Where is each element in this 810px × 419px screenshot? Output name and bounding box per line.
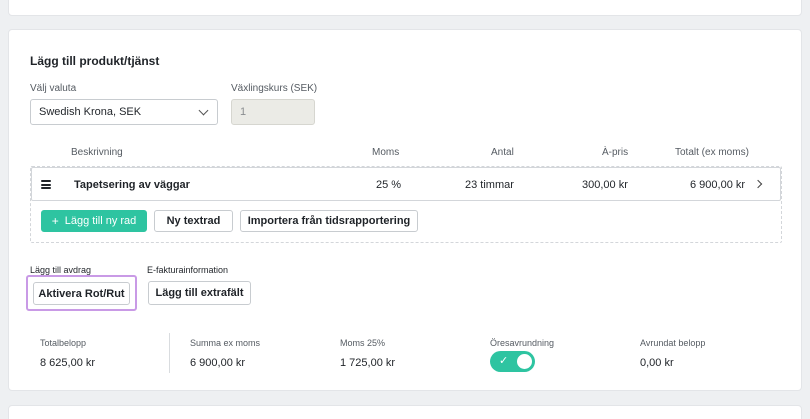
toggle-knob xyxy=(517,354,532,369)
add-row-label: Lägg till ny rad xyxy=(64,215,137,227)
ex-vat-label: Summa ex moms xyxy=(190,338,261,348)
row-vat: 25 % xyxy=(376,179,402,191)
exchange-rate-label: Växlingskurs (SEK) xyxy=(231,83,318,94)
product-service-card: Lägg till produkt/tjänst Välj valuta Swe… xyxy=(8,29,802,391)
currency-value: Swedish Krona, SEK xyxy=(39,106,142,118)
rounding-label: Öresavrundning xyxy=(490,338,555,348)
hamburger-icon[interactable] xyxy=(41,180,51,189)
row-unit-price: 300,00 kr xyxy=(582,179,628,191)
ex-vat-value: 6 900,00 kr xyxy=(190,357,246,369)
column-header-vat: Moms xyxy=(372,147,400,158)
row-description: Tapetsering av väggar xyxy=(74,179,190,191)
section-title: Lägg till produkt/tjänst xyxy=(30,54,160,68)
currency-select[interactable]: Swedish Krona, SEK xyxy=(30,99,218,125)
currency-label: Välj valuta xyxy=(30,83,77,94)
check-icon: ✓ xyxy=(499,355,509,367)
row-quantity: 23 timmar xyxy=(465,179,514,191)
add-extra-field-button[interactable]: Lägg till extrafält xyxy=(148,281,251,305)
plus-icon: + xyxy=(51,214,59,228)
einvoice-label: E-fakturainformation xyxy=(147,265,229,275)
vat-value: 1 725,00 kr xyxy=(340,357,396,369)
product-rows-area: Tapetsering av väggar 25 % 23 timmar 300… xyxy=(30,166,782,243)
table-row[interactable]: Tapetsering av väggar 25 % 23 timmar 300… xyxy=(31,167,781,201)
deduction-label: Lägg till avdrag xyxy=(30,265,92,275)
vat-label: Moms 25% xyxy=(340,338,386,348)
rounded-amount-label: Avrundat belopp xyxy=(640,338,706,348)
previous-section-card xyxy=(8,0,802,16)
column-header-unit-price: À-pris xyxy=(602,147,629,158)
activate-rot-rut-button[interactable]: Aktivera Rot/Rut xyxy=(33,282,130,305)
next-section-card xyxy=(8,405,802,419)
column-header-quantity: Antal xyxy=(491,147,514,158)
summary-divider xyxy=(169,333,170,373)
chevron-right-icon[interactable] xyxy=(753,179,763,189)
column-header-description: Beskrivning xyxy=(71,147,123,158)
exchange-rate-input[interactable]: 1 xyxy=(231,99,315,125)
total-amount-value: 8 625,00 kr xyxy=(40,357,96,369)
total-amount-label: Totalbelopp xyxy=(40,338,87,348)
new-text-row-button[interactable]: Ny textrad xyxy=(154,210,233,232)
row-total: 6 900,00 kr xyxy=(690,179,746,191)
rounded-amount-value: 0,00 kr xyxy=(640,357,674,369)
add-row-button[interactable]: + Lägg till ny rad xyxy=(41,210,147,232)
chevron-down-icon xyxy=(198,105,209,115)
column-header-total: Totalt (ex moms) xyxy=(675,147,749,158)
rounding-toggle[interactable]: ✓ xyxy=(490,351,535,372)
import-time-report-button[interactable]: Importera från tidsrapportering xyxy=(240,210,418,232)
